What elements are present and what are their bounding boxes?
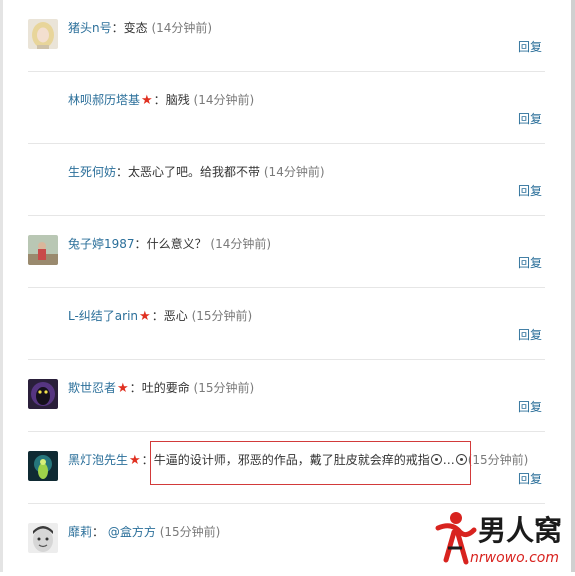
colon: ： — [92, 525, 105, 539]
reply-button[interactable]: 回复 — [518, 470, 542, 487]
figure-logo-icon — [435, 512, 477, 565]
comment-username[interactable]: 靡莉 — [68, 525, 92, 539]
reply-button[interactable]: 回复 — [518, 110, 542, 127]
comment-row: 兔子婷1987：什么意义？ (14分钟前) 回复 — [28, 216, 545, 288]
reply-button[interactable]: 回复 — [518, 182, 542, 199]
comment-text: 吐的要命 — [141, 381, 190, 395]
comment-line: L-纠结了arin★：恶心 (15分钟前) — [68, 308, 252, 325]
comment-row: 猪头n号：变态 (14分钟前) 回复 — [28, 0, 545, 72]
child-face-avatar[interactable] — [28, 523, 58, 553]
reply-button[interactable]: 回复 — [518, 38, 542, 55]
reply-button[interactable]: 回复 — [518, 326, 542, 343]
comment-text: 恶心 — [163, 309, 188, 323]
comment-line: 林呗郝历塔基★：脑残 (14分钟前) — [68, 92, 254, 109]
green-creature-avatar[interactable] — [28, 451, 58, 481]
comment-time: (15分钟前) — [467, 453, 529, 467]
comment-time: (14分钟前) — [193, 93, 255, 107]
mention-link[interactable]: @盒方方 — [108, 525, 156, 539]
vip-star-icon: ★ — [141, 93, 153, 108]
girl-outdoors-avatar[interactable] — [28, 235, 58, 265]
comment-row: 林呗郝历塔基★：脑残 (14分钟前) 回复 — [28, 72, 545, 144]
comment-username[interactable]: 兔子婷1987 — [68, 237, 135, 251]
left-page-edge — [0, 0, 3, 572]
comment-row: 欺世忍者★：吐的要命 (15分钟前) 回复 — [28, 360, 545, 432]
highlight-annotation-box — [150, 441, 471, 485]
site-watermark-logo: 男人窝 nrwowo.com — [435, 512, 562, 566]
watermark-url: nrwowo.com — [470, 550, 559, 566]
comment-text: 变态 — [123, 21, 148, 35]
colon: ： — [116, 165, 129, 179]
vip-star-icon: ★ — [139, 309, 151, 324]
comment-line: 欺世忍者★：吐的要命 (15分钟前) — [68, 380, 254, 397]
colon: ： — [111, 21, 124, 35]
comment-username[interactable]: 猪头n号 — [68, 21, 112, 35]
comment-username[interactable]: 欺世忍者 — [68, 381, 116, 395]
comment-row: L-纠结了arin★：恶心 (15分钟前) 回复 — [28, 288, 545, 360]
comment-row: 生死何妨：太恶心了吧。给我都不带 (14分钟前) 回复 — [28, 144, 545, 216]
vip-star-icon: ★ — [129, 453, 141, 468]
comment-text: 什么意义？ — [146, 237, 207, 251]
colon: ： — [151, 309, 164, 323]
comment-username[interactable]: 林呗郝历塔基 — [68, 93, 140, 107]
comment-list: 猪头n号：变态 (14分钟前) 回复 林呗郝历塔基★：脑残 (14分钟前) 回复… — [28, 0, 545, 576]
comment-line: 猪头n号：变态 (14分钟前) — [68, 20, 212, 36]
comment-time: (14分钟前) — [151, 21, 213, 35]
comment-text: 脑残 — [165, 93, 190, 107]
colon: ： — [153, 93, 166, 107]
scrollbar-track[interactable] — [571, 0, 575, 572]
vip-star-icon: ★ — [117, 381, 129, 396]
colon: ： — [134, 237, 147, 251]
comment-time: (15分钟前) — [191, 309, 253, 323]
dark-creature-avatar[interactable] — [28, 379, 58, 409]
comment-time: (15分钟前) — [159, 525, 221, 539]
comment-time: (15分钟前) — [193, 381, 255, 395]
comment-username[interactable]: 生死何妨 — [68, 165, 116, 179]
comment-username[interactable]: L-纠结了arin — [68, 309, 138, 323]
comment-line: 靡莉： @盒方方 (15分钟前) — [68, 524, 220, 540]
comment-line: 兔子婷1987：什么意义？ (14分钟前) — [68, 236, 271, 252]
reply-button[interactable]: 回复 — [518, 398, 542, 415]
comment-time: (14分钟前) — [263, 165, 325, 179]
watermark-brand: 男人窝 — [478, 514, 562, 547]
comment-time: (14分钟前) — [210, 237, 272, 251]
reply-button[interactable]: 回复 — [518, 254, 542, 271]
comment-line: 生死何妨：太恶心了吧。给我都不带 (14分钟前) — [68, 164, 325, 180]
colon: ： — [129, 381, 142, 395]
comment-text: 太恶心了吧。给我都不带 — [128, 165, 261, 179]
comment-username[interactable]: 黑灯泡先生 — [68, 453, 128, 467]
blonde-girl-avatar[interactable] — [28, 19, 58, 49]
